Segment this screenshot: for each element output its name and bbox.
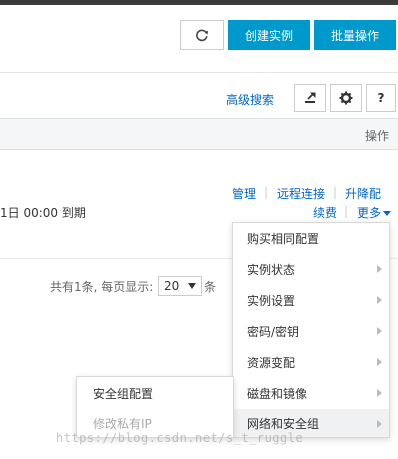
more-dropdown[interactable]: 更多 [357,204,392,221]
chevron-right-icon [377,389,382,397]
menu-item-label: 购买相同配置 [247,232,320,246]
export-icon [305,92,316,103]
more-label: 更多 [357,206,382,220]
submenu-item-label: 修改私有IP [93,416,152,431]
upgrade-downgrade-link[interactable]: 升降配 [345,185,381,202]
pagination-suffix: 条 [204,280,217,294]
manage-link[interactable]: 管理 [232,185,256,202]
chevron-right-icon [377,296,382,304]
menu-item-instance-settings[interactable]: 实例设置 [233,285,389,316]
menu-item-label: 网络和安全组 [247,416,320,431]
menu-item-label: 资源变配 [247,356,296,370]
settings-button[interactable] [330,84,362,112]
chevron-right-icon [377,358,382,366]
export-button[interactable] [294,84,326,112]
caret-down-icon [383,211,392,216]
operations-column-header: 操作 [364,129,389,143]
pagination-summary: 共有1条, 每页显示: [50,280,154,294]
refresh-icon [196,29,208,42]
gear-icon [339,91,353,105]
chevron-down-icon [188,283,196,289]
submenu-item-security-group-config[interactable]: 安全组配置 [77,378,233,408]
chevron-right-icon [377,265,382,273]
menu-item-disk-image[interactable]: 磁盘和镜像 [233,378,389,409]
submenu-item-label: 安全组配置 [93,386,154,401]
toolbar-divider [0,72,398,73]
page-size-select[interactable]: 20 [158,276,202,296]
page-size-value: 20 [164,279,180,293]
remote-connect-link[interactable]: 远程连接 [277,185,325,202]
action-separator: | [264,185,269,199]
more-actions-menu: 购买相同配置 实例状态 实例设置 密码/密钥 资源变配 磁盘和镜像 网络和安全组 [232,222,390,438]
renew-link[interactable]: 续费 [313,204,337,221]
menu-item-instance-status[interactable]: 实例状态 [233,254,389,285]
menu-item-label: 实例设置 [247,294,296,308]
advanced-search-link[interactable]: 高级搜索 [226,91,274,108]
chevron-right-icon [377,420,382,428]
batch-operation-button[interactable]: 批量操作 [314,20,396,50]
menu-item-resource-change[interactable]: 资源变配 [233,347,389,378]
action-separator: | [344,204,349,218]
refresh-button[interactable] [180,20,224,50]
network-submenu: 安全组配置 修改私有IP [76,376,234,438]
menu-item-buy-same-config[interactable]: 购买相同配置 [233,223,389,254]
table-header: 操作 [0,118,398,150]
action-separator: | [333,185,338,199]
menu-item-password-key[interactable]: 密码/密钥 [233,316,389,347]
expire-time: 1日 00:00 到期 [0,206,86,220]
top-strip [0,0,398,5]
menu-item-label: 实例状态 [247,263,296,277]
create-instance-button[interactable]: 创建实例 [228,20,310,50]
help-button[interactable]: ? [366,84,396,112]
menu-item-label: 磁盘和镜像 [247,387,308,401]
menu-item-label: 密码/密钥 [247,325,300,339]
watermark: https://blog.csdn.net/s_t_ruggle [56,431,304,445]
chevron-right-icon [377,327,382,335]
